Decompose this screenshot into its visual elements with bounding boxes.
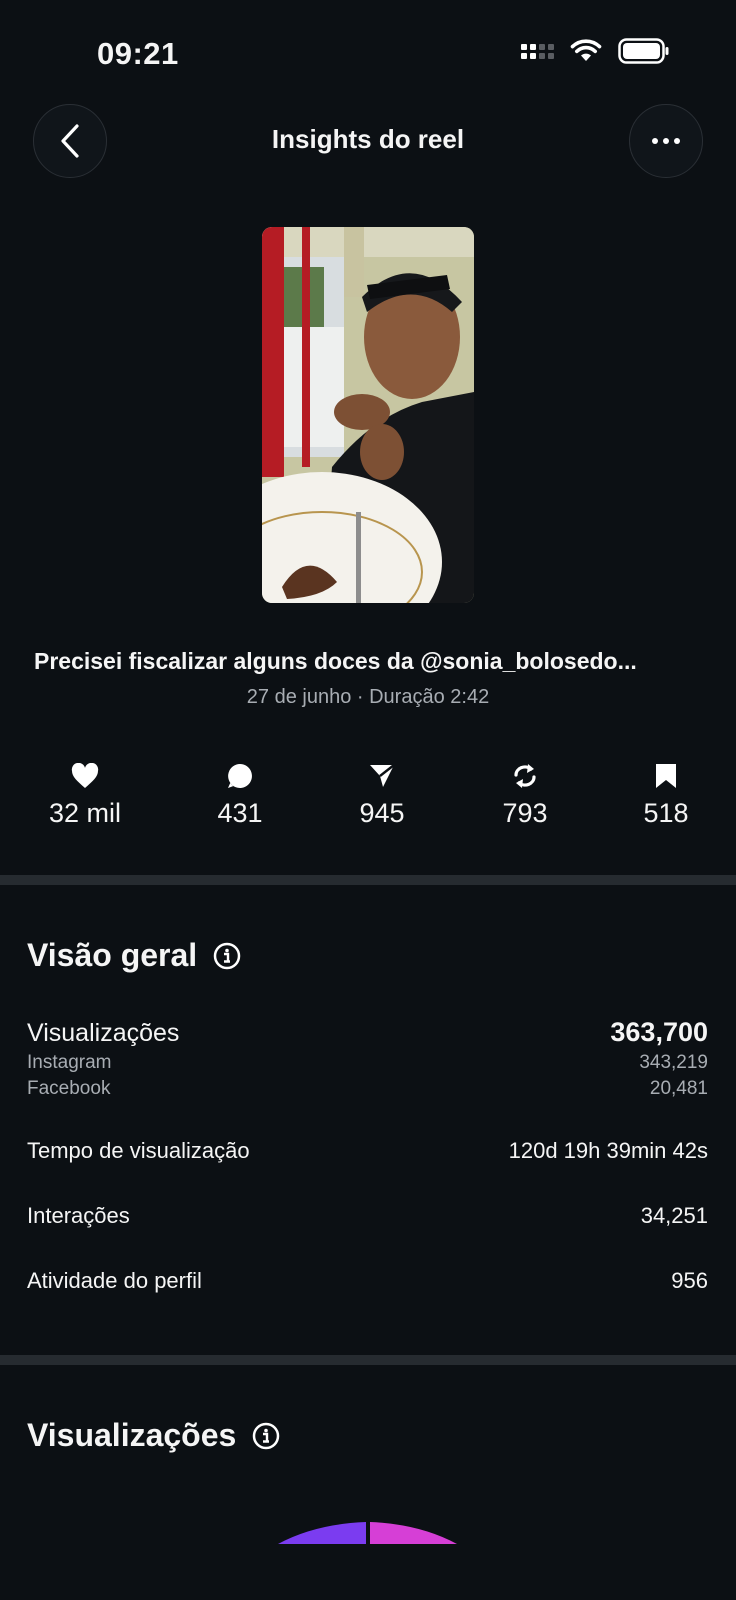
donut-segment-instagram: [278, 1522, 366, 1544]
saves-count: 518: [643, 798, 689, 828]
comment-icon: [228, 764, 252, 788]
views-section-heading: Visualizações: [27, 1417, 237, 1453]
engagement-stats: 32 mil 431 945 793 518: [0, 762, 736, 832]
likes-count: 32 mil: [48, 798, 122, 828]
views-section-title: Visualizações: [27, 1417, 280, 1454]
reel-thumbnail[interactable]: [262, 227, 474, 603]
views-row[interactable]: Visualizações 363,700: [27, 1017, 708, 1048]
page-title: Insights do reel: [271, 124, 465, 154]
interactions-value: 34,251: [640, 1203, 708, 1228]
cellular-signal-icon: [521, 43, 554, 59]
comments-stat: 431: [170, 762, 310, 829]
repost-icon: [514, 764, 536, 788]
info-icon[interactable]: [213, 942, 241, 970]
reel-meta: 27 de junho · Duração 2:42: [246, 686, 490, 708]
reel-insights-screen: 09:21 Insights do reel Precisei fiscaliz…: [0, 0, 736, 1600]
reposts-stat: 793: [455, 762, 595, 829]
comments-count: 431: [217, 798, 263, 828]
profile-activity-row[interactable]: Atividade do perfil 956: [27, 1268, 708, 1294]
instagram-value: 343,219: [639, 1052, 708, 1073]
reel-thumbnail-image: [262, 227, 474, 603]
overview-title: Visão geral: [27, 937, 198, 973]
battery-icon: [618, 38, 670, 64]
instagram-views-row: Instagram 343,219: [27, 1052, 708, 1074]
heart-icon: [71, 763, 99, 788]
saves-stat: 518: [596, 762, 736, 829]
watch-time-label: Tempo de visualização: [27, 1138, 250, 1163]
status-icons: [521, 38, 670, 64]
reposts-count: 793: [502, 798, 548, 828]
wifi-icon: [570, 39, 602, 63]
bookmark-icon: [656, 764, 676, 788]
facebook-value: 20,481: [649, 1078, 708, 1099]
overview-section-title: Visão geral: [27, 937, 241, 974]
views-value: 363,700: [610, 1017, 708, 1047]
interactions-label: Interações: [27, 1203, 130, 1228]
profile-activity-label: Atividade do perfil: [27, 1268, 202, 1293]
section-divider: [0, 1355, 736, 1365]
donut-segment-facebook: [370, 1522, 457, 1544]
share-icon: [370, 764, 395, 787]
watch-time-row[interactable]: Tempo de visualização 120d 19h 39min 42s: [27, 1138, 708, 1164]
section-divider: [0, 875, 736, 885]
info-icon[interactable]: [252, 1422, 280, 1450]
watch-time-value: 120d 19h 39min 42s: [508, 1138, 708, 1163]
facebook-label: Facebook: [27, 1078, 111, 1099]
more-horizontal-icon: [652, 138, 680, 144]
status-time: 09:21: [97, 36, 179, 71]
likes-stat: 32 mil: [15, 762, 155, 829]
status-bar: 09:21: [0, 0, 736, 100]
instagram-label: Instagram: [27, 1052, 112, 1073]
views-label: Visualizações: [27, 1019, 180, 1047]
more-options-button[interactable]: [629, 104, 703, 178]
profile-activity-value: 956: [671, 1268, 708, 1293]
shares-count: 945: [359, 798, 405, 828]
header: Insights do reel: [0, 104, 736, 178]
views-donut-chart: [278, 1522, 457, 1544]
facebook-views-row: Facebook 20,481: [27, 1078, 708, 1100]
shares-stat: 945: [312, 762, 452, 829]
reel-caption: Precisei fiscalizar alguns doces da @son…: [34, 648, 637, 674]
interactions-row[interactable]: Interações 34,251: [27, 1203, 708, 1229]
